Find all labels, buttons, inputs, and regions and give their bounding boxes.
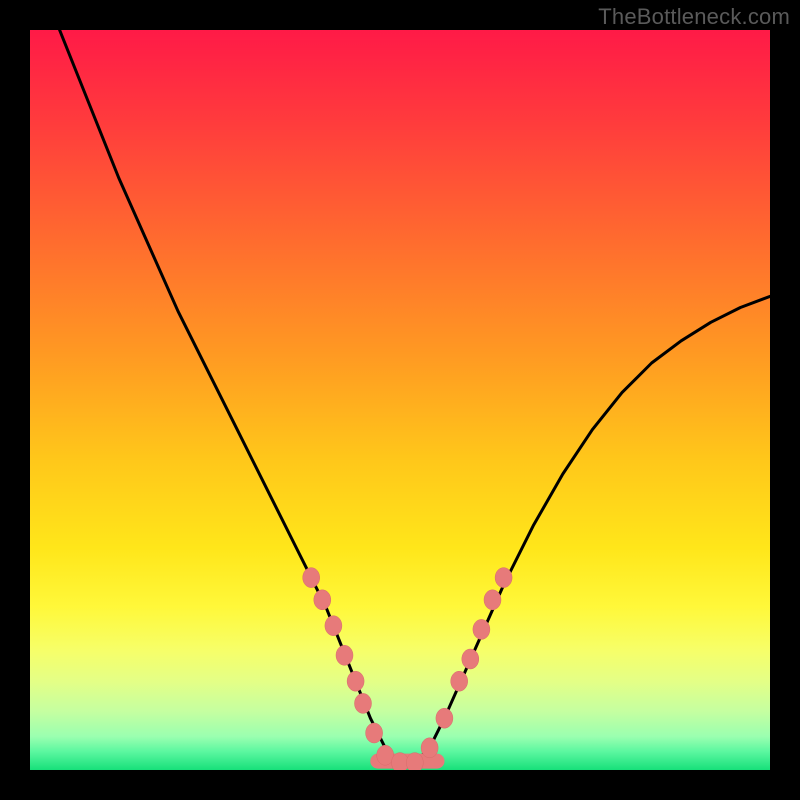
curve-marker — [325, 616, 342, 636]
chart-frame: TheBottleneck.com — [0, 0, 800, 800]
gradient-background — [30, 30, 770, 770]
curve-marker — [392, 753, 409, 770]
curve-marker — [336, 645, 353, 665]
curve-marker — [314, 590, 331, 610]
curve-marker — [436, 708, 453, 728]
curve-marker — [366, 723, 383, 743]
curve-marker — [347, 671, 364, 691]
curve-marker — [451, 671, 468, 691]
curve-marker — [462, 649, 479, 669]
curve-marker — [495, 568, 512, 588]
curve-marker — [303, 568, 320, 588]
curve-marker — [355, 693, 372, 713]
curve-marker — [473, 619, 490, 639]
curve-marker — [484, 590, 501, 610]
curve-marker — [406, 753, 423, 770]
curve-marker — [421, 738, 438, 758]
watermark-text: TheBottleneck.com — [598, 4, 790, 30]
bottleneck-chart — [30, 30, 770, 770]
curve-marker — [377, 745, 394, 765]
